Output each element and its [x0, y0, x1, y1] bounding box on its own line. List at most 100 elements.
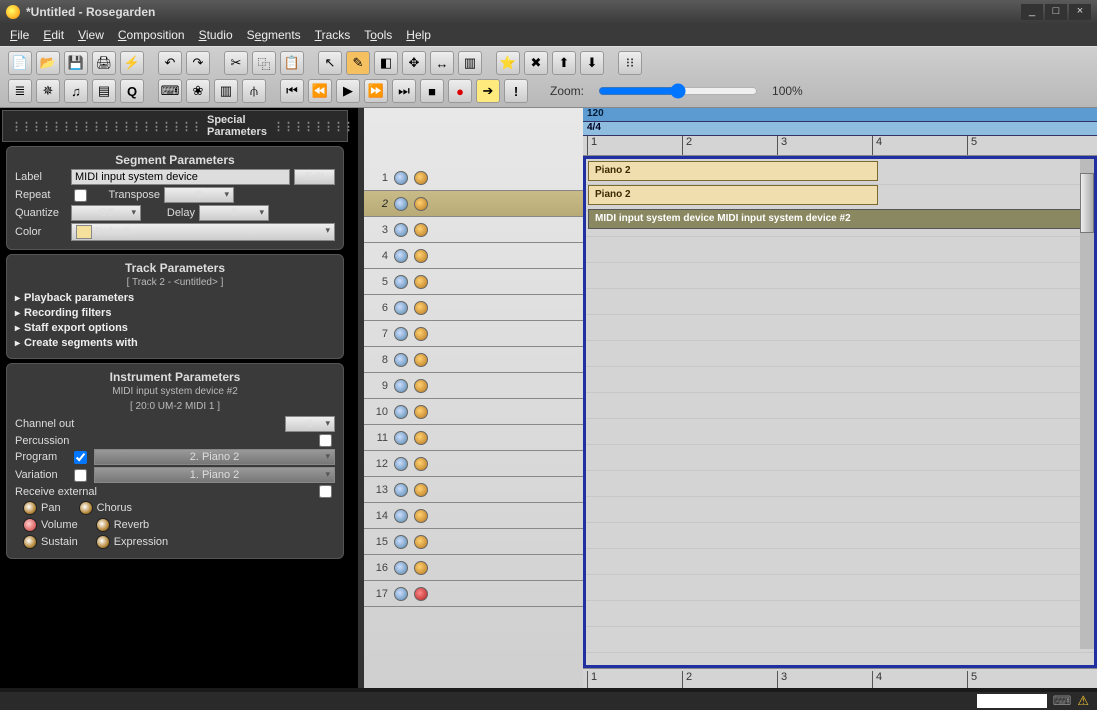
record-indicator[interactable] — [414, 379, 428, 393]
mute-indicator[interactable] — [394, 535, 408, 549]
program-checkbox[interactable] — [74, 451, 87, 464]
segment-label-input[interactable] — [71, 169, 290, 185]
fforward-button[interactable]: ⏩ — [364, 79, 388, 103]
delete-track-button[interactable]: ✖ — [524, 51, 548, 75]
record-indicator[interactable] — [414, 483, 428, 497]
misc-button[interactable]: ⁝⁝ — [618, 51, 642, 75]
recording-filters[interactable]: Recording filters — [15, 307, 335, 319]
copy-button[interactable]: ⿻ — [252, 51, 276, 75]
menu-studio[interactable]: Studio — [199, 28, 233, 42]
record-indicator[interactable] — [414, 197, 428, 211]
mute-indicator[interactable] — [394, 353, 408, 367]
redo-button[interactable]: ↷ — [186, 51, 210, 75]
variation-checkbox[interactable] — [74, 469, 87, 482]
record-indicator[interactable] — [414, 275, 428, 289]
track-row-15[interactable]: 15 — [364, 529, 583, 555]
move-track-down-button[interactable]: ⬇ — [580, 51, 604, 75]
new-button[interactable]: 📄 — [8, 51, 32, 75]
segment-piano-2[interactable]: Piano 2 — [588, 185, 878, 205]
channel-out-combo[interactable]: 2 — [285, 416, 335, 432]
chorus-knob[interactable] — [79, 501, 93, 515]
close-button[interactable]: × — [1069, 4, 1091, 20]
record-indicator[interactable] — [414, 171, 428, 185]
pointer-tool[interactable]: ↖ — [318, 51, 342, 75]
receive-external-checkbox[interactable] — [319, 485, 332, 498]
record-indicator[interactable] — [414, 405, 428, 419]
minimize-button[interactable]: _ — [1021, 4, 1043, 20]
editor2-button[interactable]: ✵ — [36, 79, 60, 103]
panic-button[interactable]: ! — [504, 79, 528, 103]
record-indicator[interactable] — [414, 587, 428, 601]
split-tool[interactable]: ▥ — [458, 51, 482, 75]
mute-indicator[interactable] — [394, 275, 408, 289]
print-preview-button[interactable]: ⚡ — [120, 51, 144, 75]
loop-button[interactable]: ➔ — [476, 79, 500, 103]
eventlist-button[interactable]: ▤ — [92, 79, 116, 103]
menu-tracks[interactable]: Tracks — [315, 28, 351, 42]
track-row-10[interactable]: 10 — [364, 399, 583, 425]
mute-indicator[interactable] — [394, 223, 408, 237]
record-indicator[interactable] — [414, 509, 428, 523]
menu-segments[interactable]: Segments — [247, 28, 301, 42]
menu-edit[interactable]: Edit — [43, 28, 64, 42]
notation-button[interactable]: ♫ — [64, 79, 88, 103]
controller-button[interactable]: ❀ — [186, 79, 210, 103]
track-row-6[interactable]: 6 — [364, 295, 583, 321]
mute-indicator[interactable] — [394, 327, 408, 341]
move-tool[interactable]: ✥ — [402, 51, 426, 75]
ffend-button[interactable]: ⏭ — [392, 79, 416, 103]
staff-export-options[interactable]: Staff export options — [15, 322, 335, 334]
track-row-17[interactable]: 17 — [364, 581, 583, 607]
menu-tools[interactable]: Tools — [364, 28, 392, 42]
zoom-slider[interactable] — [598, 83, 758, 99]
expression-knob[interactable] — [96, 535, 110, 549]
save-button[interactable]: 💾 — [64, 51, 88, 75]
vertical-scrollbar[interactable] — [1080, 159, 1094, 649]
resize-tool[interactable]: ↔ — [430, 51, 454, 75]
track-row-3[interactable]: 3 — [364, 217, 583, 243]
stop-button[interactable]: ■ — [420, 79, 444, 103]
record-indicator[interactable] — [414, 249, 428, 263]
record-indicator[interactable] — [414, 431, 428, 445]
variation-combo[interactable]: 1. Piano 2 — [94, 467, 335, 483]
track-row-9[interactable]: 9 — [364, 373, 583, 399]
repeat-checkbox[interactable] — [74, 189, 87, 202]
menu-file[interactable]: File — [10, 28, 29, 42]
matrix-button[interactable]: ⌨ — [158, 79, 182, 103]
bar-ruler-top[interactable]: 12345 — [583, 136, 1097, 156]
edit-label-button[interactable]: Edit — [294, 169, 335, 185]
sustain-knob[interactable] — [23, 535, 37, 549]
segment-midi[interactable]: MIDI input system device MIDI input syst… — [588, 209, 1090, 229]
segment-piano-1[interactable]: Piano 2 — [588, 161, 878, 181]
record-button[interactable]: ● — [448, 79, 472, 103]
pan-knob[interactable] — [23, 501, 37, 515]
track-row-14[interactable]: 14 — [364, 503, 583, 529]
program-combo[interactable]: 2. Piano 2 — [94, 449, 335, 465]
track-row-11[interactable]: 11 — [364, 425, 583, 451]
mute-indicator[interactable] — [394, 379, 408, 393]
record-indicator[interactable] — [414, 301, 428, 315]
mute-indicator[interactable] — [394, 405, 408, 419]
record-indicator[interactable] — [414, 535, 428, 549]
transpose-combo[interactable]: 0 — [164, 187, 234, 203]
draw-tool[interactable]: ✎ — [346, 51, 370, 75]
mute-indicator[interactable] — [394, 483, 408, 497]
undo-button[interactable]: ↶ — [158, 51, 182, 75]
paste-button[interactable]: 📋 — [280, 51, 304, 75]
record-indicator[interactable] — [414, 223, 428, 237]
volume-knob[interactable] — [23, 518, 37, 532]
track-row-1[interactable]: 1 — [364, 165, 583, 191]
open-button[interactable]: 📂 — [36, 51, 60, 75]
delay-combo[interactable]: 0 — [199, 205, 269, 221]
sequence-body[interactable]: Piano 2 Piano 2 MIDI input system device… — [583, 156, 1097, 668]
erase-tool[interactable]: ◧ — [374, 51, 398, 75]
menu-view[interactable]: View — [78, 28, 104, 42]
bar-ruler-bottom[interactable]: 12345 — [583, 668, 1097, 688]
track-row-13[interactable]: 13 — [364, 477, 583, 503]
mute-indicator[interactable] — [394, 249, 408, 263]
record-indicator[interactable] — [414, 561, 428, 575]
sequence-canvas[interactable]: 120 4/4 12345 Piano 2 Piano 2 MIDI input… — [583, 108, 1097, 688]
percussion-checkbox[interactable] — [319, 434, 332, 447]
play-button[interactable]: ▶ — [336, 79, 360, 103]
timesig-ruler[interactable]: 4/4 — [583, 122, 1097, 136]
